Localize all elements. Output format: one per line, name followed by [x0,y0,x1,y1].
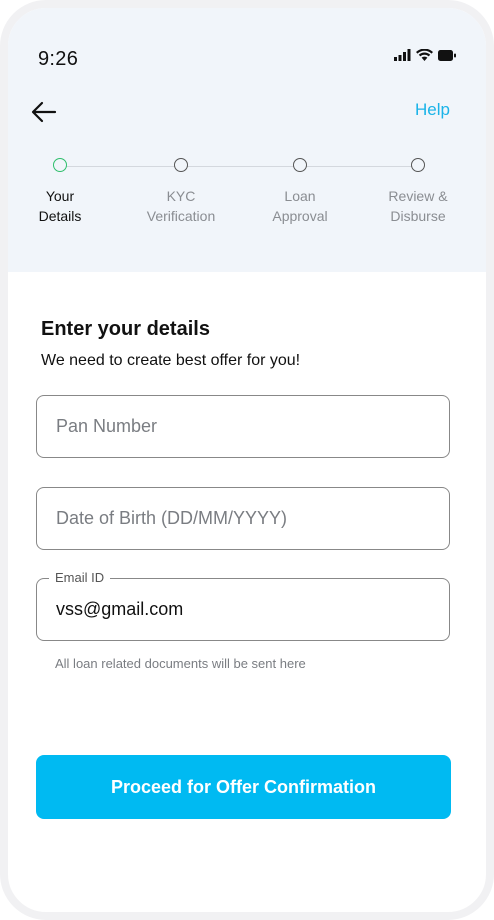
step-your-details: Your Details [8,158,115,226]
step-dot [293,158,307,172]
status-icons [394,49,456,61]
step-loan-approval: Loan Approval [245,158,355,226]
help-link[interactable]: Help [415,100,450,120]
step-dot [174,158,188,172]
step-kyc-verification: KYC Verification [126,158,236,226]
step-label: Loan Approval [272,188,328,224]
arrow-left-icon[interactable] [28,96,60,128]
signal-icon [394,49,411,61]
step-dot [411,158,425,172]
status-time: 9:26 [38,48,79,70]
step-label: KYC Verification [146,188,216,224]
email-field[interactable]: Email ID vss@gmail.com [36,570,450,641]
battery-icon [438,49,456,61]
proceed-offer-confirmation-button[interactable]: Proceed for Offer Confirmation [36,755,451,819]
form-title: Enter your details [41,318,210,340]
pan-number-field[interactable]: Pan Number [36,395,450,458]
step-review-disburse: Review & Disburse [363,158,473,226]
step-dot [53,158,67,172]
date-of-birth-placeholder: Date of Birth (DD/MM/YYYY) [56,508,288,528]
progress-stepper: Your Details KYC Verification Loan Appro… [8,158,486,238]
step-label: Your Details [38,188,82,224]
step-label: Review & Disburse [388,188,448,224]
email-label: Email ID [49,570,111,585]
date-of-birth-field[interactable]: Date of Birth (DD/MM/YYYY) [36,487,450,550]
pan-number-placeholder: Pan Number [56,416,158,436]
wifi-icon [416,49,433,61]
email-helper-text: All loan related documents will be sent … [55,656,306,671]
phone-frame: 9:26 Help Your Details KYC Verification … [0,0,494,920]
header-area: 9:26 Help Your Details KYC Verification … [8,8,486,272]
form-subtitle: We need to create best offer for you! [41,352,301,369]
email-value: vss@gmail.com [56,599,184,619]
